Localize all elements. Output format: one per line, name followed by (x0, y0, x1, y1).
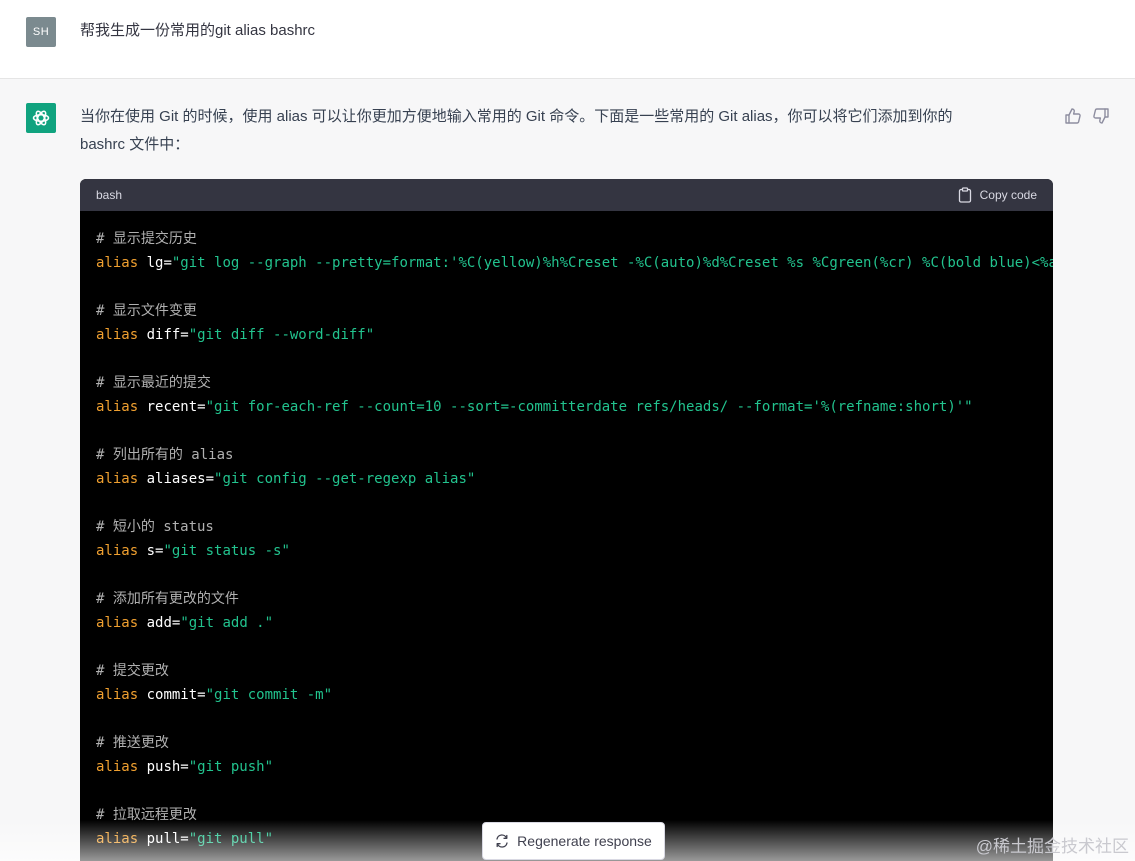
code-string: "git add ." (180, 615, 274, 631)
code-comment-line: # 显示文件变更 (96, 299, 1053, 323)
code-comment: # 显示提交历史 (96, 231, 197, 247)
code-comment-line: # 提交更改 (96, 659, 1053, 683)
code-alias-line: alias commit="git commit -m" (96, 683, 1053, 707)
intro-line-2: bashrc 文件中： (80, 136, 190, 153)
code-string: "git diff --word-diff" (188, 327, 375, 343)
watermark-text: @稀土掘金技术社区 (975, 837, 1129, 856)
user-message-row: SH 帮我生成一份常用的git alias bashrc (0, 0, 1135, 79)
code-alias-name: s= (138, 543, 164, 559)
code-comment: # 列出所有的 alias (96, 447, 234, 463)
regenerate-response-button[interactable]: Regenerate response (482, 822, 665, 860)
code-alias-name: diff= (138, 327, 189, 343)
code-string: "git push" (188, 759, 274, 775)
code-keyword: alias (96, 255, 139, 271)
code-alias-line: alias push="git push" (96, 755, 1053, 779)
code-keyword: alias (96, 543, 139, 559)
code-keyword: alias (96, 831, 139, 847)
thumb-down-icon (1093, 108, 1109, 124)
code-string: "git status -s" (163, 543, 290, 559)
assistant-intro-text: 当你在使用 Git 的时候，使用 alias 可以让你更加方便地输入常用的 Gi… (80, 103, 1030, 159)
assistant-message-row: 当你在使用 Git 的时候，使用 alias 可以让你更加方便地输入常用的 Gi… (0, 79, 1135, 861)
code-alias-line: alias diff="git diff --word-diff" (96, 323, 1053, 347)
code-keyword: alias (96, 759, 139, 775)
code-alias-name: lg= (138, 255, 172, 271)
code-alias-line: alias add="git add ." (96, 611, 1053, 635)
thumb-down-button[interactable] (1092, 107, 1110, 125)
code-alias-line: alias s="git status -s" (96, 539, 1053, 563)
regenerate-label: Regenerate response (517, 833, 652, 849)
code-keyword: alias (96, 471, 139, 487)
thumb-up-icon (1065, 108, 1081, 124)
code-comment: # 提交更改 (96, 663, 169, 679)
code-comment: # 显示文件变更 (96, 303, 197, 319)
code-alias-line: alias lg="git log --graph --pretty=forma… (96, 251, 1053, 275)
code-comment-line: # 显示最近的提交 (96, 371, 1053, 395)
code-comment: # 推送更改 (96, 735, 169, 751)
code-string: "git commit -m" (205, 687, 333, 703)
user-avatar: SH (26, 17, 56, 47)
code-comment-line: # 推送更改 (96, 731, 1053, 755)
code-comment-line: # 短小的 status (96, 515, 1053, 539)
code-alias-name: add= (138, 615, 181, 631)
code-alias-line: alias aliases="git config --get-regexp a… (96, 467, 1053, 491)
chat-page: SH 帮我生成一份常用的git alias bashrc 当你在使用 Git 的… (0, 0, 1135, 861)
code-string: "git log --graph --pretty=format:'%C(yel… (171, 255, 1053, 271)
code-keyword: alias (96, 399, 139, 415)
code-comment: # 显示最近的提交 (96, 375, 211, 391)
code-content: # 显示提交历史 alias lg="git log --graph --pret… (96, 227, 1053, 851)
code-keyword: alias (96, 615, 139, 631)
copy-code-label: Copy code (979, 188, 1037, 202)
code-block-header: bash Copy code (80, 179, 1053, 211)
code-keyword: alias (96, 687, 139, 703)
code-language-label: bash (96, 188, 123, 202)
code-comment-line: # 列出所有的 alias (96, 443, 1053, 467)
code-string: "git config --get-regexp alias" (214, 471, 476, 487)
assistant-avatar (26, 103, 56, 133)
code-comment: # 添加所有更改的文件 (96, 591, 239, 607)
refresh-icon (496, 834, 508, 848)
code-comment-line: # 添加所有更改的文件 (96, 587, 1053, 611)
copy-code-button[interactable]: Copy code (958, 186, 1037, 204)
code-string: "git for-each-ref --count=10 --sort=-com… (205, 399, 973, 415)
user-message-text: 帮我生成一份常用的git alias bashrc (80, 22, 316, 39)
code-string: "git pull" (188, 831, 274, 847)
clipboard-icon (958, 187, 971, 203)
code-alias-name: commit= (138, 687, 206, 703)
code-keyword: alias (96, 327, 139, 343)
intro-line-1: 当你在使用 Git 的时候，使用 alias 可以让你更加方便地输入常用的 Gi… (80, 108, 953, 125)
thumb-up-button[interactable] (1064, 107, 1082, 125)
code-alias-name: push= (138, 759, 189, 775)
code-alias-name: recent= (138, 399, 206, 415)
code-alias-name: aliases= (138, 471, 215, 487)
code-comment: # 拉取远程更改 (96, 807, 197, 823)
code-block: bash Copy code # 显示提交历史 alias lg="git log… (80, 179, 1053, 861)
code-alias-name: pull= (138, 831, 189, 847)
openai-logo-icon (32, 110, 50, 126)
code-alias-line: alias recent="git for-each-ref --count=1… (96, 395, 1053, 419)
code-comment: # 短小的 status (96, 519, 214, 535)
code-comment-line: # 显示提交历史 (96, 227, 1053, 251)
